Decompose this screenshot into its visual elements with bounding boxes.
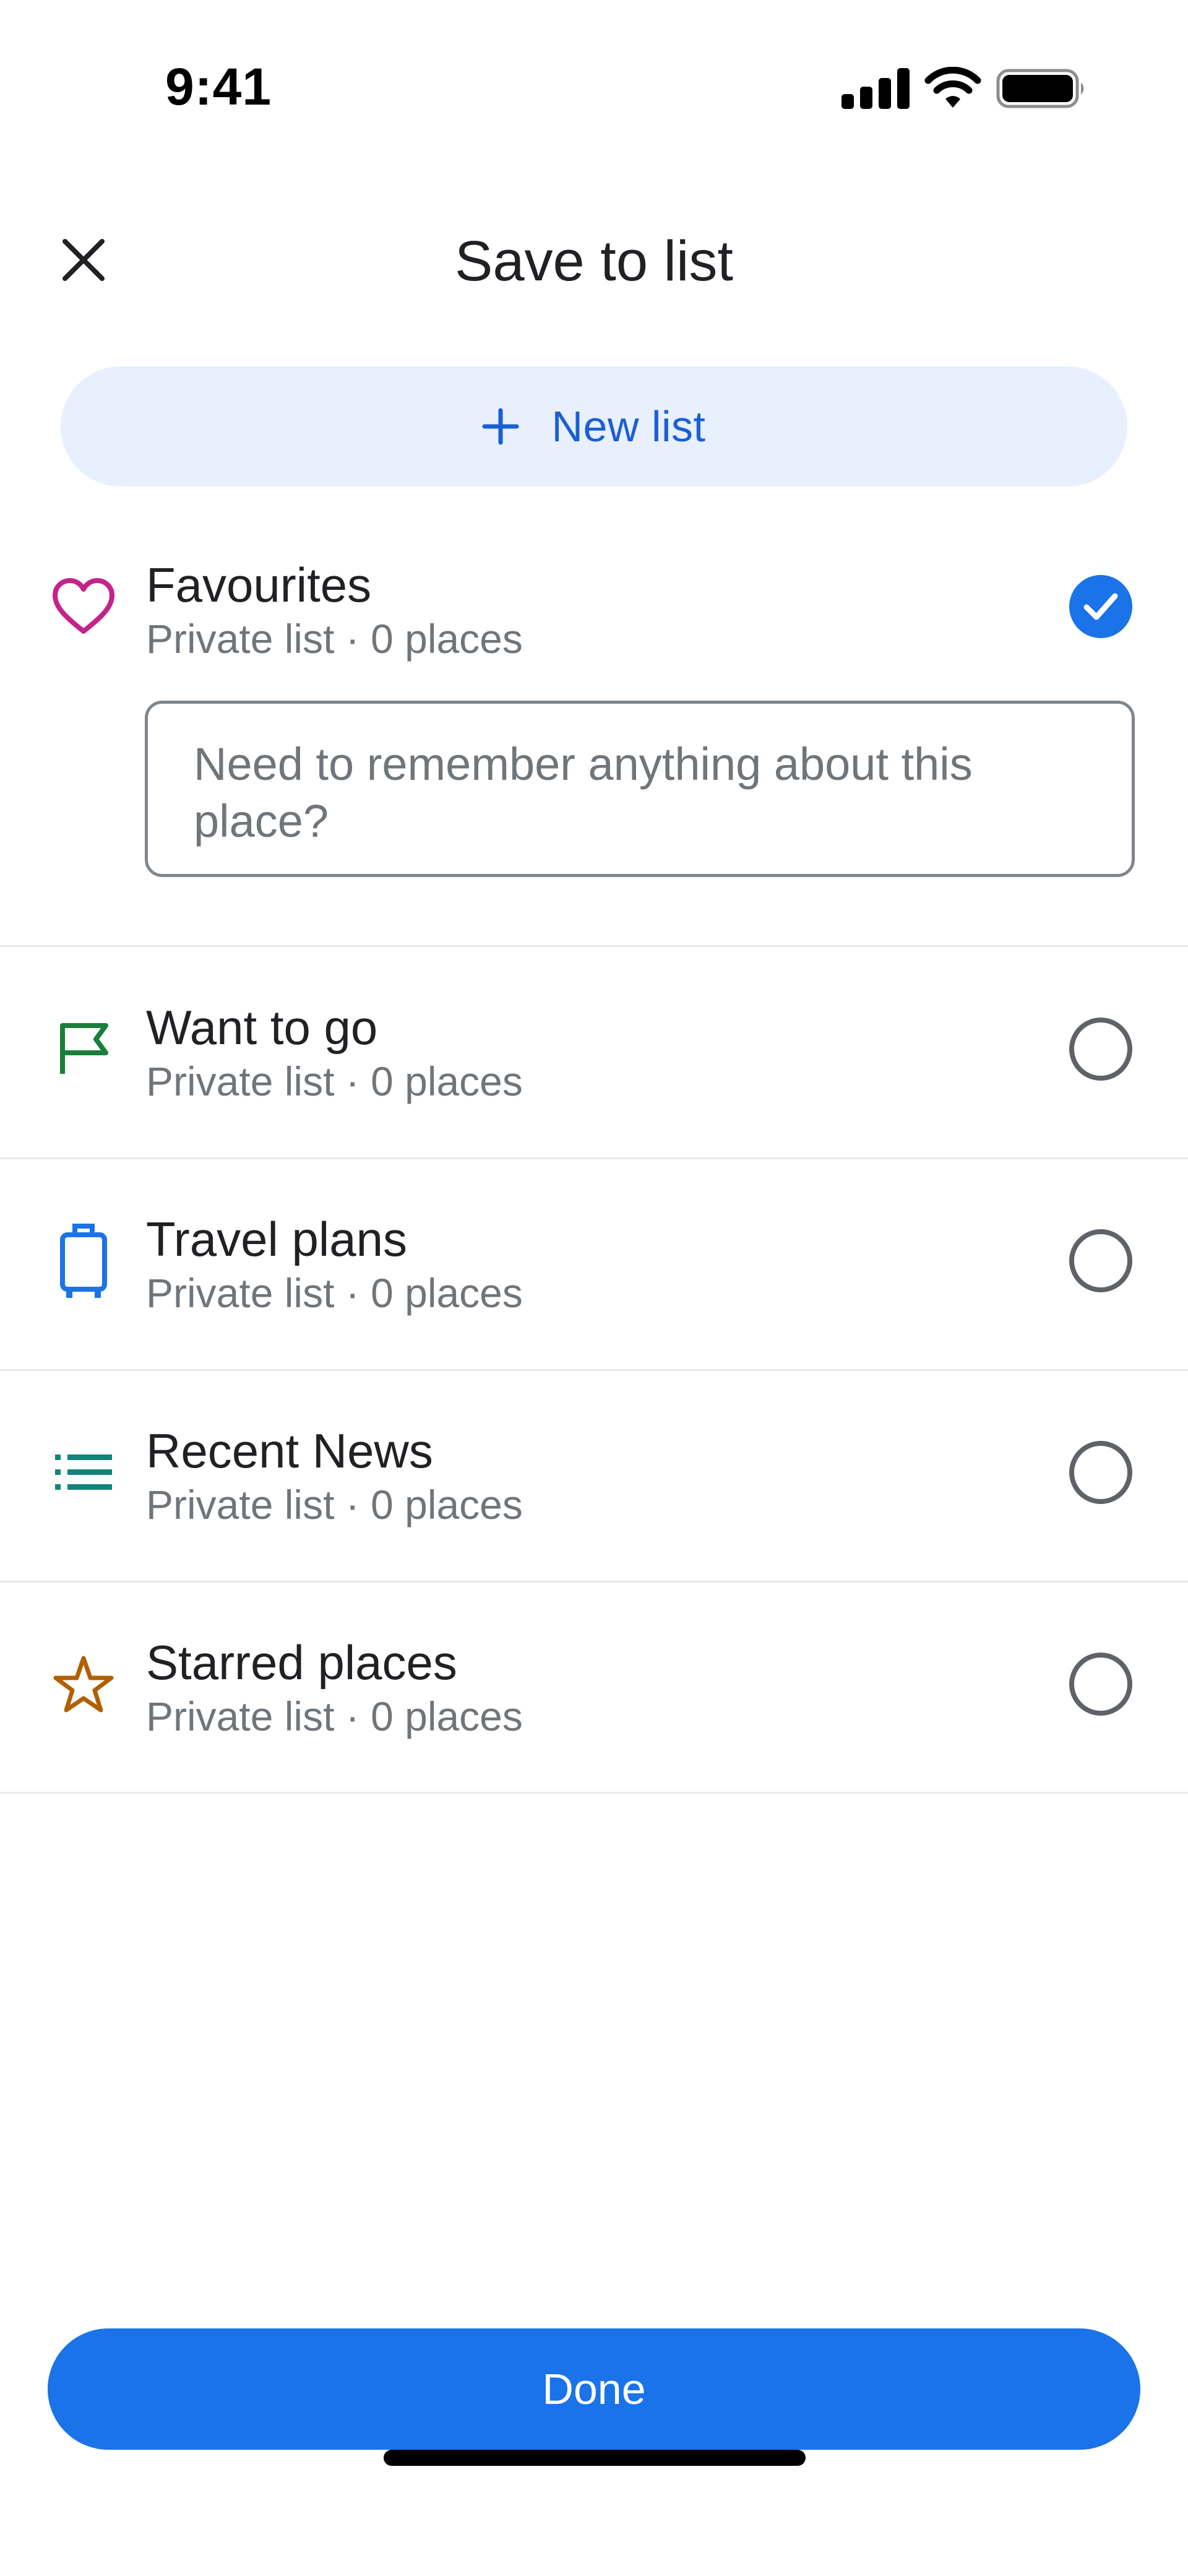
done-label: Done bbox=[542, 2365, 646, 2413]
list-checkbox[interactable] bbox=[1069, 1653, 1132, 1716]
list-item-subtitle: Private list · 0 places bbox=[146, 1482, 523, 1528]
list-item-recent-news[interactable]: Recent News Private list · 0 places bbox=[0, 1411, 1188, 1534]
list-item-title: Travel plans bbox=[146, 1212, 407, 1266]
status-icons bbox=[842, 67, 1089, 110]
list-item-want-to-go[interactable]: Want to go Private list · 0 places bbox=[0, 987, 1188, 1111]
list-item-title: Want to go bbox=[146, 1000, 378, 1055]
wifi-icon bbox=[924, 67, 981, 108]
list-checkbox[interactable] bbox=[1069, 1229, 1132, 1292]
plus-icon bbox=[482, 408, 519, 445]
list-item-subtitle: Private list · 0 places bbox=[146, 1693, 523, 1739]
list-item-subtitle: Private list · 0 places bbox=[146, 1270, 523, 1316]
list-item-travel-plans[interactable]: Travel plans Private list · 0 places bbox=[0, 1199, 1188, 1323]
battery-icon bbox=[996, 69, 1084, 108]
divider bbox=[0, 945, 1188, 947]
divider bbox=[0, 1792, 1188, 1794]
new-list-button[interactable]: New list bbox=[61, 366, 1127, 486]
star-icon bbox=[53, 1656, 114, 1713]
divider bbox=[0, 1369, 1188, 1371]
list-checkbox[interactable] bbox=[1069, 1441, 1132, 1504]
list-item-subtitle: Private list · 0 places bbox=[146, 616, 523, 662]
list-checkbox-checked[interactable] bbox=[1069, 575, 1132, 638]
list-item-title: Favourites bbox=[146, 558, 372, 612]
done-button[interactable]: Done bbox=[48, 2328, 1140, 2450]
list-checkbox[interactable] bbox=[1069, 1018, 1132, 1081]
divider bbox=[0, 1157, 1188, 1159]
page-title: Save to list bbox=[455, 230, 733, 293]
new-list-label: New list bbox=[551, 402, 706, 451]
list-item-subtitle: Private list · 0 places bbox=[146, 1058, 523, 1104]
divider bbox=[0, 1581, 1188, 1583]
list-item-title: Recent News bbox=[146, 1424, 433, 1478]
home-indicator[interactable] bbox=[384, 2450, 806, 2466]
heart-icon bbox=[53, 578, 114, 634]
cellular-signal-icon bbox=[842, 68, 910, 109]
checkmark-icon bbox=[1083, 593, 1118, 620]
status-time: 9:41 bbox=[165, 58, 272, 116]
suitcase-icon bbox=[60, 1224, 107, 1298]
note-input[interactable] bbox=[145, 701, 1135, 877]
list-icon bbox=[55, 1454, 112, 1490]
flag-icon bbox=[60, 1023, 108, 1074]
list-item-starred-places[interactable]: Starred places Private list · 0 places bbox=[0, 1622, 1188, 1746]
list-item-favourites[interactable]: Favourites Private list · 0 places bbox=[0, 545, 1188, 668]
list-item-title: Starred places bbox=[146, 1635, 457, 1690]
save-to-list-screen: 9:41 Save to list New list Favourites Pr… bbox=[0, 0, 1188, 2576]
